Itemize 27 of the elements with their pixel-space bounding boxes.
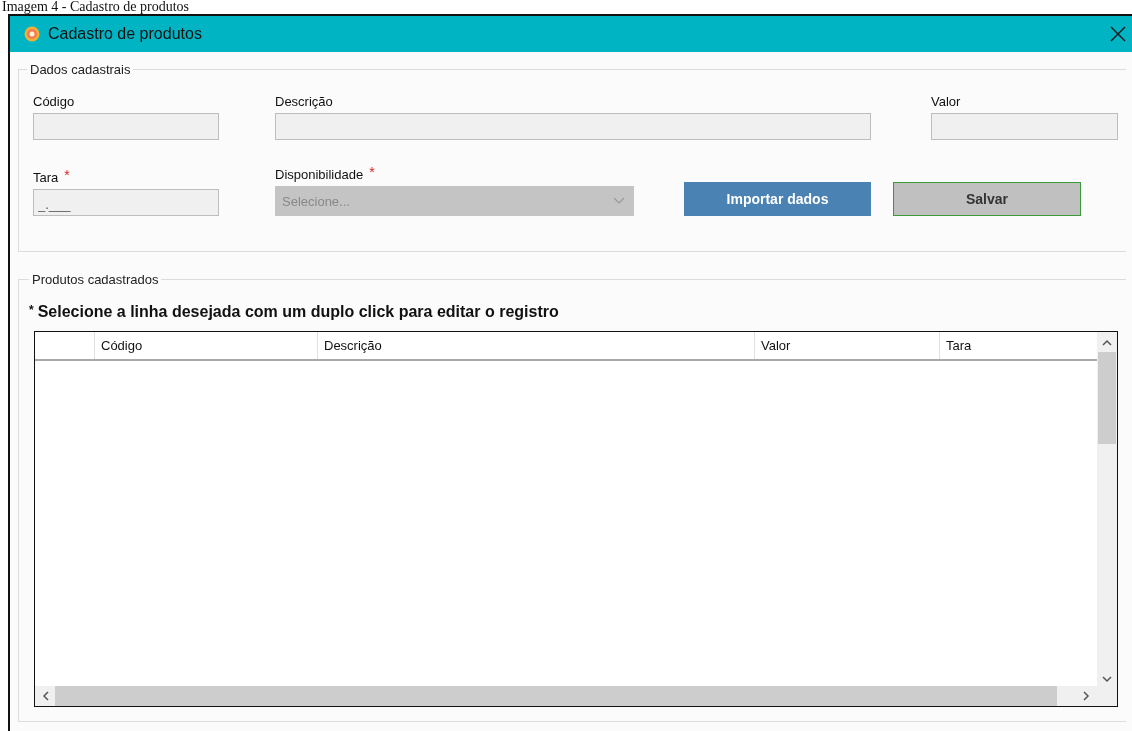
save-button[interactable]: Salvar [893, 182, 1081, 216]
scroll-up-icon[interactable] [1102, 338, 1112, 348]
column-header[interactable]: Descrição [317, 332, 754, 359]
required-mark: * [369, 164, 375, 180]
close-icon[interactable] [1110, 26, 1126, 42]
field-label: Código [33, 93, 75, 109]
column-header[interactable]: Código [94, 332, 317, 359]
scrollbar-thumb[interactable] [1098, 352, 1116, 444]
scroll-down-icon[interactable] [1102, 674, 1112, 684]
required-mark: * [64, 167, 70, 183]
scroll-left-icon[interactable] [41, 691, 51, 701]
window-title: Cadastro de produtos [48, 25, 203, 43]
figure-caption: Imagem 4 - Cadastro de produtos [2, 0, 190, 14]
chevron-down-icon [613, 197, 625, 205]
import-button[interactable]: Importar dados [684, 182, 871, 216]
vertical-scrollbar[interactable] [1097, 332, 1117, 706]
hint-mark: * [29, 303, 34, 319]
field-label: Disponibilidade [275, 166, 364, 182]
column-header[interactable]: Valor [754, 332, 939, 359]
group-title: Produtos cadastrados [31, 272, 160, 287]
field-label: Valor [931, 93, 961, 109]
hint-text: Selecione a linha desejada com um duplo click para editar o registro [37, 303, 559, 321]
field-label: Tara [33, 169, 59, 185]
group-title: Dados cadastrais [29, 62, 132, 77]
scroll-right-icon[interactable] [1081, 691, 1091, 701]
field-label: Descrição [275, 93, 333, 109]
app-icon [24, 26, 40, 42]
